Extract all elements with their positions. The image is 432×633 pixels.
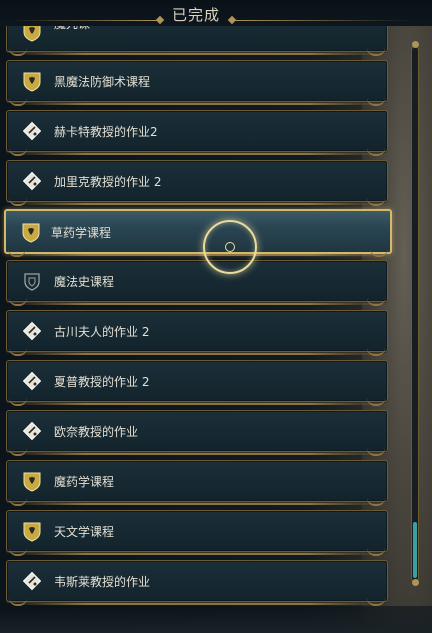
assignment-icon	[22, 371, 42, 391]
list-item-label: 夏普教授的作业 2	[54, 375, 150, 389]
crest-icon	[23, 72, 41, 92]
crest-icon	[22, 223, 40, 243]
ornament	[367, 396, 385, 406]
ornament	[367, 496, 385, 506]
ornament	[9, 146, 27, 156]
list-item-label: 魔法史课程	[54, 275, 115, 289]
assignment-icon	[22, 421, 42, 441]
list-item[interactable]: 魔法史课程	[6, 260, 388, 306]
ornament	[9, 546, 27, 556]
ornament	[9, 46, 27, 56]
list-item-selected[interactable]: 草药学课程	[4, 209, 392, 257]
section-title: 已完成	[171, 6, 220, 24]
ornament	[367, 146, 385, 156]
assignment-icon	[22, 321, 42, 341]
completed-quest-list: 魔咒课 黑魔法防御术课程 赫卡特教授的作业2 加里克教授的作业 2	[0, 0, 400, 633]
ornament	[367, 596, 385, 606]
list-item-label: 加里克教授的作业 2	[54, 175, 162, 189]
scrollbar-cap	[412, 579, 419, 586]
ornament	[9, 196, 27, 206]
assignment-icon	[22, 171, 42, 191]
list-item[interactable]: 夏普教授的作业 2	[6, 360, 388, 406]
ornament	[9, 346, 27, 356]
list-item-label: 魔药学课程	[54, 475, 115, 489]
ornament	[367, 446, 385, 456]
ornament	[367, 196, 385, 206]
ornament	[9, 396, 27, 406]
header-rule	[10, 20, 160, 21]
ornament	[367, 346, 385, 356]
bottom-fade	[0, 606, 432, 633]
ornament	[367, 296, 385, 306]
scrollbar-thumb[interactable]	[413, 522, 417, 578]
list-item[interactable]: 古川夫人的作业 2	[6, 310, 388, 356]
ornament	[367, 546, 385, 556]
assignment-icon	[22, 571, 42, 591]
list-item-label: 赫卡特教授的作业2	[54, 125, 158, 139]
gamepad-cursor	[203, 220, 257, 274]
ornament	[9, 96, 27, 106]
ornament	[9, 596, 27, 606]
list-item-label: 古川夫人的作业 2	[54, 325, 150, 339]
list-item[interactable]: 天文学课程	[6, 510, 388, 556]
list-item[interactable]: 黑魔法防御术课程	[6, 60, 388, 106]
header-rule	[232, 20, 412, 21]
list-item-label: 黑魔法防御术课程	[54, 75, 151, 89]
ornament	[367, 96, 385, 106]
list-item[interactable]: 韦斯莱教授的作业	[6, 560, 388, 606]
scrollbar[interactable]	[411, 46, 419, 582]
assignment-icon	[22, 121, 42, 141]
ornament	[9, 296, 27, 306]
list-item-label: 草药学课程	[51, 226, 112, 240]
list-item[interactable]: 加里克教授的作业 2	[6, 160, 388, 206]
ornament	[370, 247, 388, 257]
list-item-label: 欧奈教授的作业	[54, 425, 139, 439]
ornament	[9, 446, 27, 456]
scrollbar-cap	[412, 41, 419, 48]
crest-icon	[23, 472, 41, 492]
list-item-label: 韦斯莱教授的作业	[54, 575, 151, 589]
shield-outline-icon	[24, 273, 40, 291]
list-item[interactable]: 赫卡特教授的作业2	[6, 110, 388, 156]
crest-icon	[23, 522, 41, 542]
list-item-label: 天文学课程	[54, 525, 115, 539]
section-header: 已完成	[0, 0, 432, 26]
ornament	[367, 46, 385, 56]
ornament	[9, 496, 27, 506]
list-item[interactable]: 魔药学课程	[6, 460, 388, 506]
ornament	[8, 247, 26, 257]
list-item[interactable]: 欧奈教授的作业	[6, 410, 388, 456]
